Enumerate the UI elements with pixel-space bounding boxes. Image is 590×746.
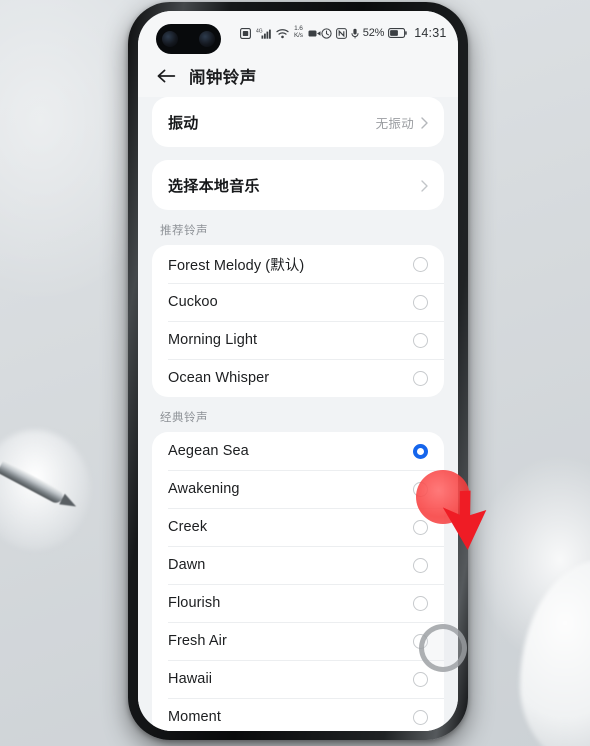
tone-row[interactable]: Fresh Air bbox=[152, 622, 444, 660]
radio-button[interactable] bbox=[413, 370, 428, 386]
battery-percent-label: 52% bbox=[362, 27, 385, 39]
sim-card-icon bbox=[240, 27, 251, 39]
tone-name: Awakening bbox=[168, 481, 240, 497]
section-header-classic: 经典铃声 bbox=[160, 412, 208, 424]
tone-name: Moment bbox=[168, 709, 221, 725]
local-music-label: 选择本地音乐 bbox=[168, 177, 260, 195]
battery-icon bbox=[388, 28, 407, 38]
radio-button-selected[interactable] bbox=[413, 443, 428, 459]
radio-button[interactable] bbox=[413, 519, 428, 535]
phone-device: 4G 1.6 K/s 52% 14:31 闹钟铃声 振动 无振动 选择本地音乐 … bbox=[128, 2, 468, 740]
radio-button[interactable] bbox=[413, 332, 428, 348]
background-highlight-right bbox=[520, 560, 590, 746]
tone-row[interactable]: Hawaii bbox=[152, 660, 444, 698]
app-header: 闹钟铃声 bbox=[138, 55, 458, 97]
radio-button[interactable] bbox=[413, 709, 428, 725]
tone-row[interactable]: Awakening bbox=[152, 470, 444, 508]
wifi-icon bbox=[276, 28, 289, 39]
recommended-ringtone-list: Forest Melody (默认) Cuckoo Morning Light … bbox=[152, 245, 444, 397]
phone-screen: 4G 1.6 K/s 52% 14:31 闹钟铃声 振动 无振动 选择本地音乐 … bbox=[138, 11, 458, 731]
radio-button[interactable] bbox=[413, 481, 428, 497]
tone-row[interactable]: Flourish bbox=[152, 584, 444, 622]
radio-button[interactable] bbox=[413, 633, 428, 649]
radio-button[interactable] bbox=[413, 595, 428, 611]
settings-scroll-area[interactable]: 振动 无振动 选择本地音乐 推荐铃声 Forest Melody (默认) Cu… bbox=[138, 97, 458, 731]
local-music-row[interactable]: 选择本地音乐 bbox=[152, 160, 444, 210]
tone-row[interactable]: Aegean Sea bbox=[152, 432, 444, 470]
microphone-icon bbox=[351, 28, 359, 39]
tone-name: Creek bbox=[168, 519, 208, 535]
network-speed-unit: K/s bbox=[294, 32, 303, 39]
svg-text:4G: 4G bbox=[256, 28, 263, 34]
tone-name: Aegean Sea bbox=[168, 443, 249, 459]
tone-name: Forest Melody (默认) bbox=[168, 257, 305, 274]
chevron-right-icon bbox=[421, 116, 428, 129]
tone-row[interactable]: Creek bbox=[152, 508, 444, 546]
tone-row[interactable]: Morning Light bbox=[152, 321, 444, 359]
network-speed-indicator: 1.6 K/s bbox=[294, 25, 303, 40]
radio-button[interactable] bbox=[413, 671, 428, 687]
alarm-clock-icon bbox=[321, 27, 332, 39]
vibration-value: 无振动 bbox=[375, 116, 414, 131]
status-bar-clock: 14:31 bbox=[414, 26, 447, 40]
radio-button[interactable] bbox=[413, 294, 428, 310]
vibration-row[interactable]: 振动 无振动 bbox=[152, 97, 444, 147]
tone-name: Cuckoo bbox=[168, 294, 218, 310]
radio-button[interactable] bbox=[413, 256, 428, 272]
back-arrow-icon[interactable] bbox=[156, 67, 176, 85]
tone-name: Morning Light bbox=[168, 332, 258, 348]
camera-lens-right bbox=[199, 31, 215, 47]
camera-lens-left bbox=[162, 31, 178, 47]
tone-row[interactable]: Forest Melody (默认) bbox=[152, 245, 444, 283]
signal-bars-icon: 4G bbox=[256, 28, 271, 39]
section-header-recommended: 推荐铃声 bbox=[160, 225, 208, 237]
status-bar-left-icons: 4G 1.6 K/s bbox=[240, 25, 321, 40]
nfc-icon bbox=[335, 27, 347, 39]
vibration-label: 振动 bbox=[168, 114, 199, 132]
radio-button[interactable] bbox=[413, 557, 428, 573]
tone-row[interactable]: Cuckoo bbox=[152, 283, 444, 321]
vibration-card: 振动 无振动 bbox=[152, 97, 444, 147]
video-camera-icon bbox=[308, 29, 321, 38]
local-music-card: 选择本地音乐 bbox=[152, 160, 444, 210]
tone-name: Dawn bbox=[168, 557, 206, 573]
punch-hole-camera bbox=[156, 24, 221, 54]
page-title: 闹钟铃声 bbox=[189, 69, 257, 87]
tone-row[interactable]: Ocean Whisper bbox=[152, 359, 444, 397]
classic-ringtone-list: Aegean Sea Awakening Creek Dawn Flourish bbox=[152, 432, 444, 731]
status-bar-right-icons: 52% 14:31 bbox=[321, 26, 447, 40]
tone-name: Hawaii bbox=[168, 671, 213, 687]
tone-row[interactable]: Dawn bbox=[152, 546, 444, 584]
tone-name: Fresh Air bbox=[168, 633, 227, 649]
status-bar: 4G 1.6 K/s 52% 14:31 bbox=[138, 11, 458, 55]
tone-name: Ocean Whisper bbox=[168, 370, 270, 386]
tone-row[interactable]: Moment bbox=[152, 698, 444, 731]
chevron-right-icon bbox=[421, 179, 428, 192]
tone-name: Flourish bbox=[168, 595, 221, 611]
